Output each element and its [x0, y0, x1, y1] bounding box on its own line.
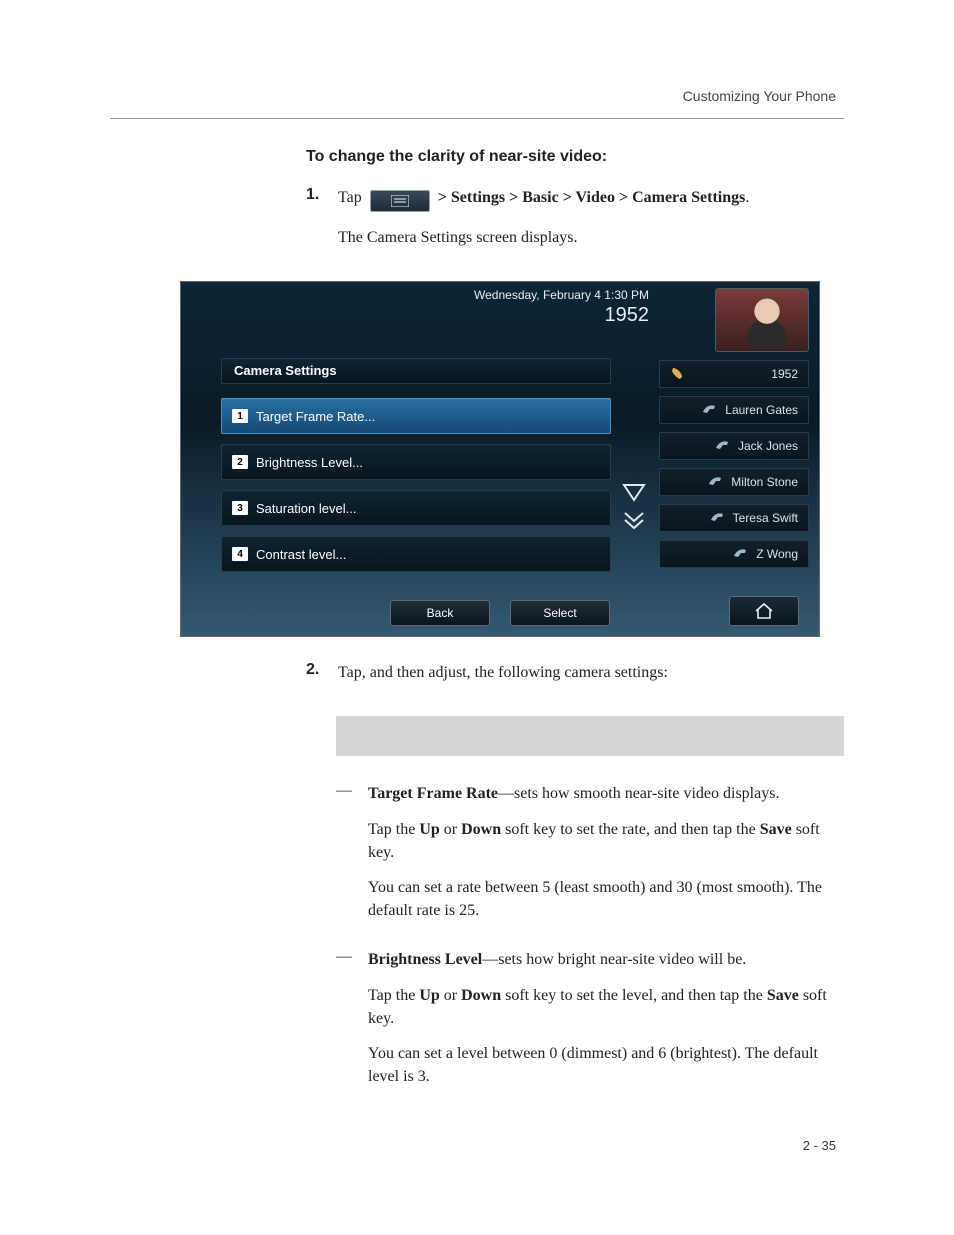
- sidebar-contact[interactable]: Milton Stone: [659, 468, 809, 496]
- path-video: Video: [576, 189, 615, 206]
- sublist-item-target-frame-rate: — Target Frame Rate—sets how smooth near…: [336, 782, 844, 934]
- b1-title: Target Frame Rate: [368, 785, 498, 802]
- item-index-badge: 1: [232, 409, 248, 423]
- step-1: 1. Tap >: [306, 186, 844, 263]
- item-label: Brightness Level...: [256, 455, 363, 470]
- page: Customizing Your Phone To change the cla…: [0, 0, 954, 1235]
- item-label: Contrast level...: [256, 547, 346, 562]
- sublist-item-brightness-level: — Brightness Level—sets how bright near-…: [336, 948, 844, 1100]
- handset-icon: [701, 402, 717, 418]
- step-number: 2.: [306, 661, 324, 679]
- item-index-badge: 4: [232, 547, 248, 561]
- step-2-text: Tap, and then adjust, the following came…: [338, 661, 844, 684]
- txt: soft key to set the rate, and then tap t…: [501, 821, 760, 838]
- step-list-2: 2. Tap, and then adjust, the following c…: [306, 661, 844, 698]
- sidebar-ext-label: 1952: [771, 367, 798, 381]
- chevron-down-icon[interactable]: [621, 482, 647, 504]
- step-2: 2. Tap, and then adjust, the following c…: [306, 661, 844, 698]
- dash-bullet: —: [336, 782, 352, 934]
- handset-icon: [709, 510, 725, 526]
- list-item-target-frame-rate[interactable]: 1 Target Frame Rate...: [221, 398, 611, 434]
- key-save: Save: [760, 821, 792, 838]
- home-button[interactable]: [729, 596, 799, 626]
- status-extension: 1952: [474, 304, 649, 327]
- item-label: Saturation level...: [256, 501, 356, 516]
- step-number: 1.: [306, 186, 324, 204]
- list-item-saturation-level[interactable]: 3 Saturation level...: [221, 490, 611, 526]
- status-date: Wednesday, February 4 1:30 PM: [474, 288, 649, 302]
- scroll-arrows[interactable]: [621, 482, 647, 532]
- handset-icon: [714, 438, 730, 454]
- double-chevron-down-icon[interactable]: [621, 510, 647, 532]
- handset-icon: [732, 546, 748, 562]
- path-settings: Settings: [451, 189, 505, 206]
- b2-desc: —sets how bright near-site video will be…: [482, 951, 746, 968]
- phone-icon: [670, 366, 686, 382]
- sidebar-contact[interactable]: Jack Jones: [659, 432, 809, 460]
- back-button[interactable]: Back: [390, 600, 490, 626]
- txt: or: [440, 987, 461, 1004]
- txt: or: [440, 821, 461, 838]
- key-down: Down: [461, 987, 501, 1004]
- softkey-bar: Back Select: [181, 600, 819, 626]
- avatar: [715, 288, 809, 352]
- item-label: Target Frame Rate...: [256, 409, 375, 424]
- note-band: [336, 716, 844, 756]
- section-heading: To change the clarity of near-site video…: [306, 148, 844, 166]
- step-1-follow: The Camera Settings screen displays.: [338, 226, 844, 249]
- contact-name: Jack Jones: [738, 439, 798, 453]
- b2-line1: Brightness Level—sets how bright near-si…: [368, 948, 844, 971]
- settings-sublist: — Target Frame Rate—sets how smooth near…: [336, 782, 844, 1100]
- step-1-line: Tap > Settings > Basic > Video > Camera …: [338, 186, 844, 212]
- content: To change the clarity of near-site video…: [110, 148, 844, 1114]
- b1-line3: You can set a rate between 5 (least smoo…: [368, 876, 844, 922]
- path-camera-settings: Camera Settings: [632, 189, 745, 206]
- step-list: 1. Tap >: [306, 186, 844, 263]
- sidebar-extension[interactable]: 1952: [659, 360, 809, 388]
- b1-desc: —sets how smooth near-site video display…: [498, 785, 779, 802]
- header-rule: [110, 118, 844, 119]
- key-save: Save: [767, 987, 799, 1004]
- contact-name: Lauren Gates: [725, 403, 798, 417]
- key-down: Down: [461, 821, 501, 838]
- sidebar-contact[interactable]: Z Wong: [659, 540, 809, 568]
- menu-path: > Settings > Basic > Video > Camera Sett…: [438, 189, 746, 206]
- home-icon: [754, 602, 774, 620]
- handset-icon: [707, 474, 723, 490]
- key-up: Up: [419, 987, 439, 1004]
- b2-line2: Tap the Up or Down soft key to set the l…: [368, 984, 844, 1030]
- b1-line2: Tap the Up or Down soft key to set the r…: [368, 818, 844, 864]
- screen-title: Camera Settings: [221, 358, 611, 384]
- menu-icon: [370, 190, 430, 212]
- select-button[interactable]: Select: [510, 600, 610, 626]
- device-screenshot: Wednesday, February 4 1:30 PM 1952 Camer…: [180, 281, 820, 637]
- sidebar: 1952 Lauren Gates Jack Jones Milton Ston…: [659, 288, 809, 568]
- txt: soft key to set the level, and then tap …: [501, 987, 767, 1004]
- running-header: Customizing Your Phone: [683, 88, 836, 104]
- statusbar: Wednesday, February 4 1:30 PM 1952: [474, 288, 649, 327]
- page-number: 2 - 35: [803, 1138, 836, 1153]
- dash-bullet: —: [336, 948, 352, 1100]
- sidebar-contact[interactable]: Teresa Swift: [659, 504, 809, 532]
- contact-name: Teresa Swift: [733, 511, 798, 525]
- b2-title: Brightness Level: [368, 951, 482, 968]
- txt: Tap the: [368, 987, 419, 1004]
- step-1-lead: Tap: [338, 189, 362, 206]
- settings-list: 1 Target Frame Rate... 2 Brightness Leve…: [221, 398, 611, 582]
- item-index-badge: 3: [232, 501, 248, 515]
- key-up: Up: [419, 821, 439, 838]
- contact-name: Milton Stone: [731, 475, 798, 489]
- txt: Tap the: [368, 821, 419, 838]
- b1-line1: Target Frame Rate—sets how smooth near-s…: [368, 782, 844, 805]
- sep: >: [438, 189, 451, 206]
- contact-name: Z Wong: [756, 547, 798, 561]
- sidebar-contact[interactable]: Lauren Gates: [659, 396, 809, 424]
- item-index-badge: 2: [232, 455, 248, 469]
- b2-line3: You can set a level between 0 (dimmest) …: [368, 1042, 844, 1088]
- list-item-contrast-level[interactable]: 4 Contrast level...: [221, 536, 611, 572]
- path-basic: Basic: [522, 189, 558, 206]
- list-item-brightness-level[interactable]: 2 Brightness Level...: [221, 444, 611, 480]
